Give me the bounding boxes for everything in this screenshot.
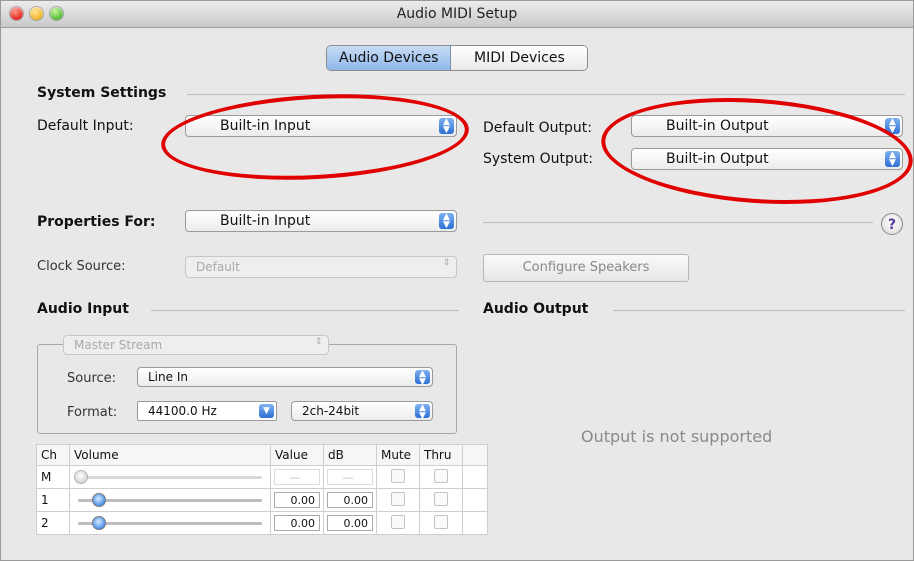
spacer-cell xyxy=(462,488,488,512)
thru-cell xyxy=(419,488,463,512)
mute-cell xyxy=(376,511,420,535)
popup-arrows-icon: ⇕ xyxy=(442,258,451,268)
mute-checkbox[interactable] xyxy=(391,468,405,483)
audio-midi-setup-window: Audio MIDI Setup Audio Devices MIDI Devi… xyxy=(0,0,914,561)
popup-arrows-icon: ▲ ▼ xyxy=(415,404,430,421)
column-header: Value xyxy=(270,444,324,466)
db-field: — xyxy=(327,469,373,485)
popup-arrows-icon: ▲ ▼ xyxy=(415,370,430,387)
audio-input-heading: Audio Input xyxy=(37,301,129,317)
window-title: Audio MIDI Setup xyxy=(396,6,518,22)
volume-slider-track xyxy=(78,476,262,479)
audio-output-heading: Audio Output xyxy=(483,301,589,317)
channel-cell: M xyxy=(36,465,70,489)
volume-slider-knob[interactable] xyxy=(92,516,106,530)
value-cell: — xyxy=(270,465,324,489)
tab-audio-devices[interactable]: Audio Devices xyxy=(327,46,452,70)
db-cell: 0.00 xyxy=(323,511,377,535)
annotation-ellipse-input xyxy=(159,86,471,188)
column-header: Ch xyxy=(36,444,70,466)
mute-checkbox[interactable] xyxy=(391,514,405,529)
db-field[interactable]: 0.00 xyxy=(327,492,373,508)
properties-for-label: Properties For: xyxy=(37,214,156,230)
format-bits-value: 2ch-24bit xyxy=(302,404,360,418)
channel-cell: 1 xyxy=(36,488,70,512)
thru-checkbox[interactable] xyxy=(434,491,448,506)
properties-for-value: Built-in Input xyxy=(220,213,311,229)
thru-checkbox[interactable] xyxy=(434,468,448,483)
source-popup[interactable]: Line In ▲ ▼ xyxy=(137,367,433,387)
section-divider xyxy=(613,310,905,311)
configure-speakers-button[interactable]: Configure Speakers xyxy=(483,254,689,282)
column-header: dB xyxy=(323,444,377,466)
help-icon[interactable]: ? xyxy=(881,213,903,235)
volume-cell xyxy=(69,465,271,489)
volume-slider-knob[interactable] xyxy=(92,493,106,507)
tab-bar: Audio Devices MIDI Devices xyxy=(326,45,589,71)
db-cell: — xyxy=(323,465,377,489)
format-bits-popup[interactable]: 2ch-24bit ▲ ▼ xyxy=(291,401,433,421)
format-rate-value: 44100.0 Hz xyxy=(148,404,217,418)
channel-cell: 2 xyxy=(36,511,70,535)
spacer-cell xyxy=(462,465,488,489)
popup-arrows-icon: ▲ ▼ xyxy=(439,213,454,230)
popup-arrows-icon: ⇕ xyxy=(314,337,323,347)
table-row: 2 0.00 0.00 xyxy=(36,511,488,535)
default-output-label: Default Output: xyxy=(483,120,592,136)
tab-midi-devices[interactable]: MIDI Devices xyxy=(451,46,588,70)
volume-cell xyxy=(69,511,271,535)
system-settings-heading: System Settings xyxy=(37,85,167,101)
column-header: Mute xyxy=(376,444,420,466)
thru-checkbox[interactable] xyxy=(434,514,448,529)
mute-checkbox[interactable] xyxy=(391,491,405,506)
mute-cell xyxy=(376,465,420,489)
stream-popup[interactable]: Master Stream ⇕ xyxy=(63,335,329,355)
section-divider xyxy=(151,310,459,311)
column-header: Volume xyxy=(69,444,271,466)
section-divider xyxy=(187,94,905,95)
system-output-label: System Output: xyxy=(483,151,594,167)
chevron-down-icon: ▼ xyxy=(259,404,274,418)
value-cell: 0.00 xyxy=(270,488,324,512)
stream-value: Master Stream xyxy=(74,338,163,352)
volume-cell xyxy=(69,488,271,512)
clock-source-label: Clock Source: xyxy=(37,259,126,274)
table-header-row: Ch Volume Value dB Mute Thru xyxy=(36,444,488,466)
source-value: Line In xyxy=(148,370,188,384)
properties-for-popup[interactable]: Built-in Input ▲ ▼ xyxy=(185,210,457,232)
thru-cell xyxy=(419,465,463,489)
column-header: Thru xyxy=(419,444,463,466)
section-divider xyxy=(483,222,873,223)
table-row: M — — xyxy=(36,465,488,489)
title-bar[interactable]: Audio MIDI Setup xyxy=(1,1,913,28)
value-field: — xyxy=(274,469,320,485)
output-not-supported-message: Output is not supported xyxy=(581,427,773,446)
clock-source-value: Default xyxy=(196,260,240,274)
value-cell: 0.00 xyxy=(270,511,324,535)
channel-table: Ch Volume Value dB Mute Thru M — — 1 0.0… xyxy=(36,444,488,535)
format-label: Format: xyxy=(67,405,118,420)
source-label: Source: xyxy=(67,371,117,386)
mute-cell xyxy=(376,488,420,512)
db-field[interactable]: 0.00 xyxy=(327,515,373,531)
value-field[interactable]: 0.00 xyxy=(274,492,320,508)
spacer-cell xyxy=(462,511,488,535)
column-header-spacer xyxy=(462,444,488,466)
db-cell: 0.00 xyxy=(323,488,377,512)
format-rate-combo[interactable]: 44100.0 Hz ▼ xyxy=(137,401,277,421)
clock-source-popup[interactable]: Default ⇕ xyxy=(185,256,457,278)
volume-slider-knob[interactable] xyxy=(74,470,88,484)
annotation-ellipse-output xyxy=(597,88,914,214)
table-row: 1 0.00 0.00 xyxy=(36,488,488,512)
default-input-label: Default Input: xyxy=(37,118,134,134)
value-field[interactable]: 0.00 xyxy=(274,515,320,531)
thru-cell xyxy=(419,511,463,535)
